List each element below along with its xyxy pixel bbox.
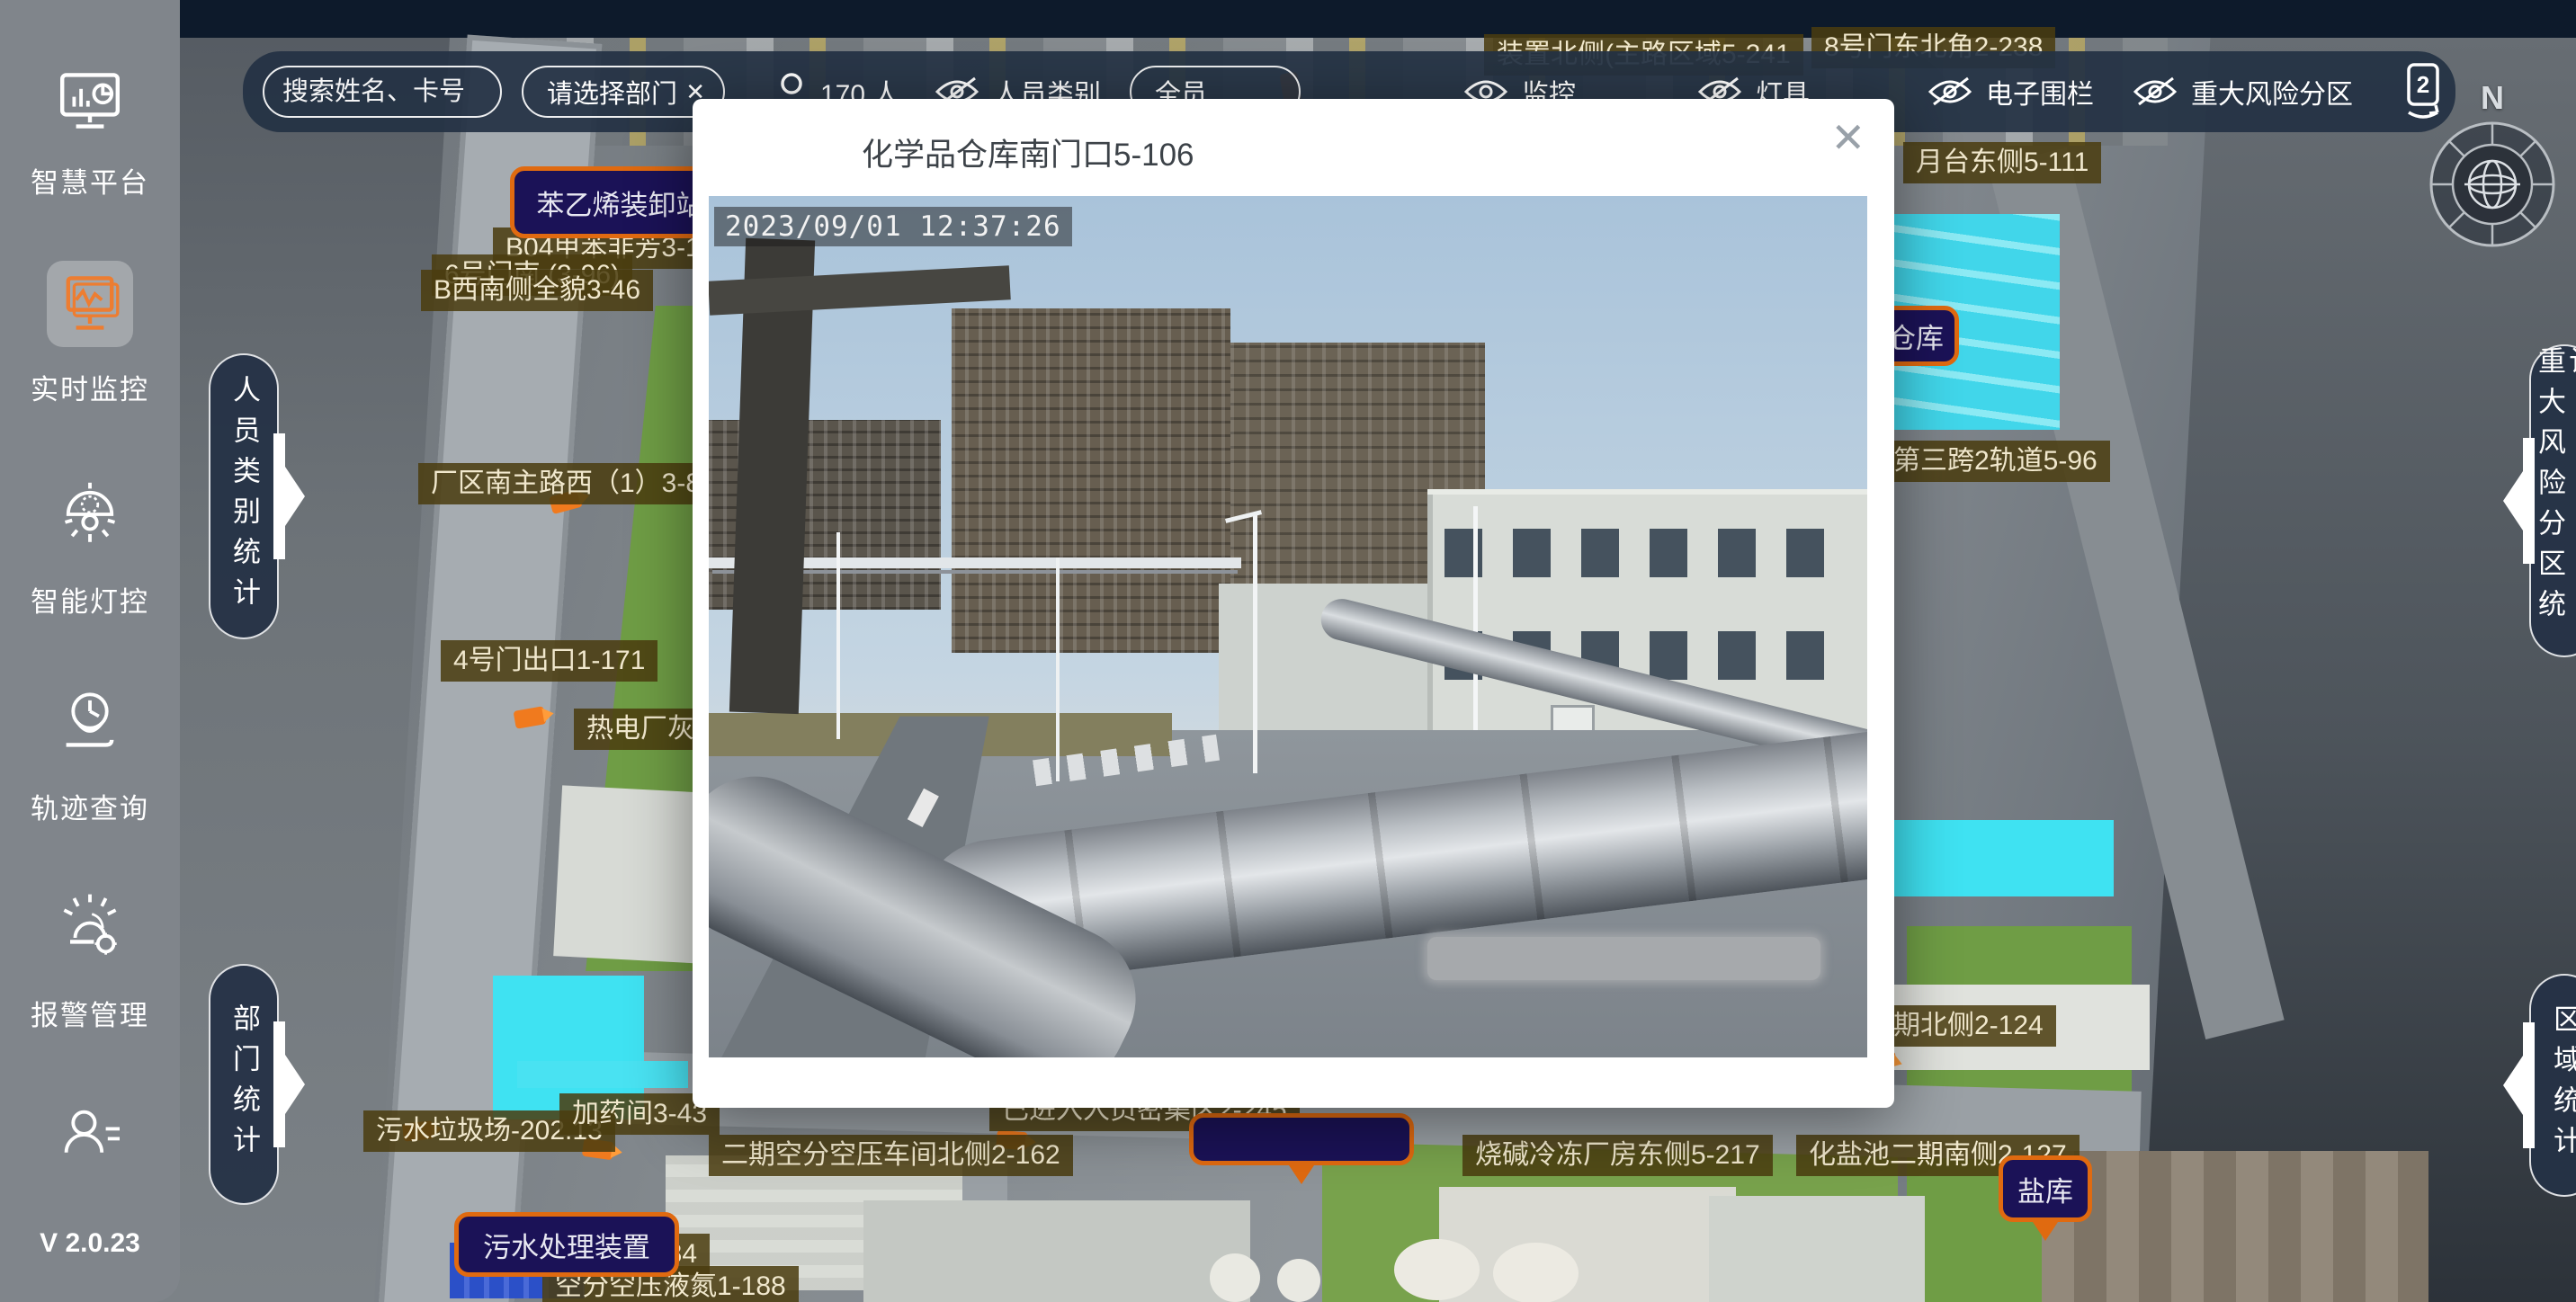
video-building-windows <box>1445 529 1849 577</box>
video-timestamp: 2023/09/01 12:37:26 <box>714 207 1072 246</box>
video-lamp-post <box>1056 557 1060 781</box>
video-lamp-post <box>836 532 840 739</box>
sidebar-item-label[interactable]: 轨迹查询 <box>0 786 180 826</box>
tab-label: 区域统计 <box>2549 1004 2576 1166</box>
tab-label: 人员类别统计 <box>228 375 259 618</box>
compass-dial-icon[interactable] <box>2425 117 2560 252</box>
video-watermark-blur <box>1427 937 1821 980</box>
app-version: V 2.0.23 <box>0 1228 180 1259</box>
modal-title: 化学品仓库南门口5-106 <box>862 129 1194 175</box>
map-building <box>863 1200 1250 1302</box>
callout-pointer-icon <box>2031 1219 2060 1241</box>
sidebar-item-label[interactable]: 实时监控 <box>0 367 180 407</box>
sidebar-item-label[interactable]: 智能灯控 <box>0 579 180 620</box>
sidebar: 智慧平台 实时监控 智能灯控 轨迹查询 <box>0 0 180 1302</box>
map-camera-label[interactable]: B西南侧全貌3-46 <box>421 270 653 311</box>
toggle-e-fence[interactable]: 电子围栏 <box>1986 72 2094 111</box>
camera-video-frame: 2023/09/01 12:37:26 <box>709 196 1867 1057</box>
map-building <box>1439 1187 1736 1302</box>
expand-right-arrow-icon[interactable] <box>273 433 304 559</box>
map-tank <box>1210 1253 1260 1302</box>
close-icon[interactable]: ✕ <box>1830 117 1865 158</box>
map-building <box>1709 1196 1925 1302</box>
smart-lighting-icon[interactable] <box>50 475 130 554</box>
expand-right-arrow-icon[interactable] <box>273 1021 304 1147</box>
personnel-list-icon[interactable] <box>50 1095 130 1174</box>
map-tank <box>1394 1239 1480 1300</box>
map-camera-label[interactable]: 烧碱冷冻厂房东侧5-217 <box>1462 1135 1773 1176</box>
platform-logo-icon <box>50 61 130 140</box>
alarm-management-icon[interactable] <box>50 888 130 968</box>
map-pool <box>1893 820 2114 896</box>
tab-area-stats[interactable]: 区域统计 <box>2529 974 2576 1197</box>
search-input[interactable] <box>264 77 500 107</box>
map-area-callout[interactable] <box>1189 1113 1414 1165</box>
map-camera-label[interactable]: 二期空分空压车间北侧2-162 <box>709 1135 1073 1176</box>
trajectory-query-icon[interactable] <box>50 682 130 761</box>
video-lamp-post <box>1473 506 1478 730</box>
map-tank <box>1493 1243 1579 1302</box>
video-structure <box>952 308 1230 653</box>
map-camera-label[interactable]: 4号门出口1-171 <box>441 640 657 682</box>
map-tank <box>1277 1259 1320 1302</box>
tab-label: 部门统计 <box>228 1003 259 1165</box>
tab-department-stats[interactable]: 部门统计 <box>209 964 279 1205</box>
toggle-major-risk-zone[interactable]: 重大风险分区 <box>2191 72 2353 111</box>
eye-slash-icon[interactable] <box>2132 76 2178 108</box>
search-input-pill[interactable] <box>263 66 502 118</box>
tab-label: 重大风险分区统计 <box>2534 346 2576 655</box>
department-select-value: 请选择部门 <box>523 73 685 111</box>
map-building-salt-warehouse <box>2042 1151 2428 1302</box>
callout-pointer-icon <box>1287 1163 1316 1184</box>
map-pool <box>517 1061 688 1088</box>
compass-north-label: N <box>2425 79 2560 117</box>
tab-major-risk-zone-stats[interactable]: 重大风险分区统计 <box>2529 344 2576 657</box>
eye-slash-icon[interactable] <box>1927 76 1973 108</box>
video-lamp-post <box>1253 514 1257 772</box>
expand-left-arrow-icon[interactable] <box>2504 1022 2535 1148</box>
platform-logo-label: 智慧平台 <box>0 160 180 201</box>
realtime-monitor-icon[interactable] <box>50 264 130 343</box>
camera-modal: 化学品仓库南门口5-106 ✕ <box>693 99 1894 1108</box>
map-sky-strip <box>180 0 2576 38</box>
map-area-callout[interactable]: 污水处理装置 <box>454 1212 679 1277</box>
sidebar-item-label[interactable]: 报警管理 <box>0 993 180 1033</box>
tab-person-category-stats[interactable]: 人员类别统计 <box>209 353 279 639</box>
map-camera-label[interactable]: 月台东侧5-111 <box>1903 142 2101 183</box>
map-area-callout[interactable]: 盐库 <box>1999 1155 2092 1222</box>
map-camera-label[interactable]: 厂区南主路西（1）3-85 <box>418 463 729 504</box>
expand-left-arrow-icon[interactable] <box>2504 438 2535 564</box>
compass-control[interactable]: N <box>2425 79 2560 256</box>
